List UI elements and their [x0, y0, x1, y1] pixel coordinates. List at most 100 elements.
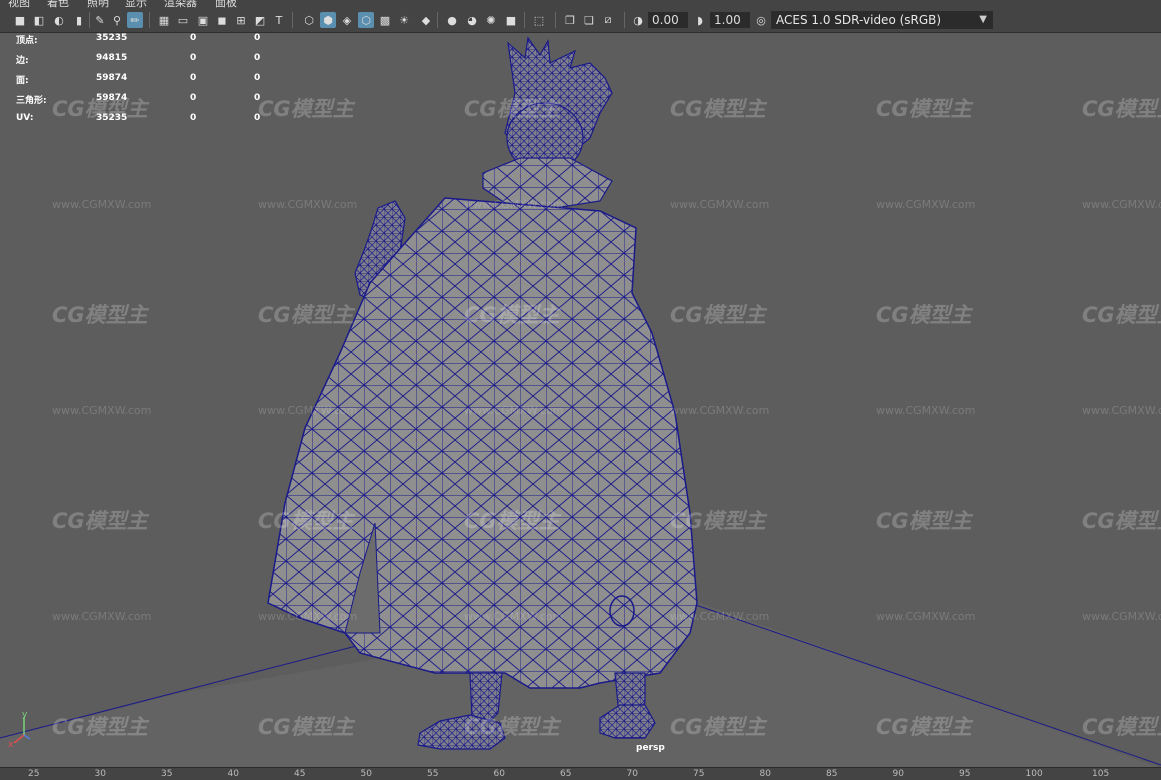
watermark-url: www.CGMXW.com [1082, 610, 1161, 623]
gamma-icon[interactable]: ◗ [692, 12, 708, 28]
menu-shading[interactable]: 着色 [47, 0, 69, 8]
watermark-url: www.CGMXW.com [258, 610, 358, 623]
menu-renderer[interactable]: 渲染器 [164, 0, 197, 8]
watermark-logo: CG模型主 [876, 715, 972, 739]
gate-mask-icon[interactable]: ◼ [214, 12, 230, 28]
field-chart-icon[interactable]: ⊞ [233, 12, 249, 28]
timeline-tick-label: 100 [1025, 769, 1043, 779]
camera-name-label: persp [636, 743, 665, 753]
3d-viewport[interactable]: y x CG模型主 CG模型主 CG模型主 CG模型主 CG模型主 CG模型主 CG模型主 C… [0, 33, 1161, 767]
bookmark-icon[interactable]: ◐ [51, 12, 67, 28]
safe-title-icon[interactable]: T [271, 12, 287, 28]
watermark-url: www.CGMXW.com [670, 610, 770, 623]
camera-attributes-icon[interactable]: ◧ [31, 12, 47, 28]
shadows-icon[interactable]: ◆ [418, 12, 434, 28]
pen-tool-icon[interactable]: ✏ [127, 12, 143, 28]
film-gate-icon[interactable]: ▭ [175, 12, 191, 28]
menu-view[interactable]: 视图 [8, 0, 30, 8]
screen-space-ao-icon[interactable]: ● [444, 12, 460, 28]
watermark-logo: CG模型主 [1082, 97, 1161, 121]
wireframe-icon[interactable]: ⬡ [301, 12, 317, 28]
chevron-down-icon: ▼ [979, 14, 987, 25]
watermark-url: www.CGMXW.com [52, 610, 152, 623]
toolbar-separator [89, 12, 90, 28]
x-axis-label: x [8, 740, 14, 750]
timeline-tick-label: 60 [493, 769, 505, 779]
toolbar-separator [292, 12, 293, 28]
depth-of-field-icon[interactable]: ■ [503, 12, 519, 28]
watermark-logo: CG模型主 [670, 303, 766, 327]
hud-row-vertices: 顶点: 35235 0 0 [16, 33, 261, 46]
toolbar-separator [149, 12, 150, 28]
watermark-url: www.CGMXW.com [464, 610, 564, 623]
toolbar-separator [555, 12, 556, 28]
timeline-tick-label: 45 [294, 769, 306, 779]
watermark-url: www.CGMXW.com [670, 198, 770, 211]
watermark-logo: CG模型主 [52, 715, 148, 739]
watermark-url: www.CGMXW.com [876, 610, 976, 623]
timeline-tick-label: 85 [826, 769, 838, 779]
resolution-gate-icon[interactable]: ▣ [195, 12, 211, 28]
timeline-tick-label: 30 [94, 769, 106, 779]
timeline-ruler[interactable]: 25 30 35 40 45 50 55 60 65 70 75 80 85 90 95 100 105 [0, 767, 1161, 780]
timeline-tick-label: 55 [427, 769, 439, 779]
isolate-select-icon[interactable]: ⬚ [531, 12, 547, 28]
camera-select-icon[interactable]: ■ [12, 12, 28, 28]
hud-row-faces: 面: 59874 0 0 [16, 73, 261, 86]
color-management-icon[interactable]: ◎ [753, 12, 769, 28]
scene-canvas: y x [0, 36, 1161, 767]
viewport-toolbar: ■ ◧ ◐ ▮ ✎ ⚲ ✏ ▦ ▭ ▣ ◼ ⊞ ◩ T ⬡ ⬢ ◈ ⬡ ▩ ☀ … [0, 8, 1161, 33]
xray-joints-icon[interactable]: ❏ [581, 12, 597, 28]
watermark-logo: CG模型主 [258, 509, 354, 533]
toolbar-separator [524, 12, 525, 28]
watermark-logo: CG模型主 [876, 303, 972, 327]
watermark-url: www.CGMXW.com [876, 198, 976, 211]
smooth-shade-icon[interactable]: ⬢ [320, 12, 336, 28]
menu-show[interactable]: 显示 [125, 0, 147, 8]
gamma-field[interactable]: 1.00 [710, 12, 750, 28]
watermark-url: www.CGMXW.com [52, 404, 152, 417]
safe-action-icon[interactable]: ◩ [252, 12, 268, 28]
hud-row-edges: 边: 94815 0 0 [16, 53, 261, 66]
exposure-field[interactable]: 0.00 [648, 12, 688, 28]
hud-row-uvs: UV: 35235 0 0 [16, 113, 261, 123]
exposure-icon[interactable]: ◑ [630, 12, 646, 28]
motion-blur-icon[interactable]: ◕ [464, 12, 480, 28]
watermark-url: www.CGMXW.com [464, 404, 564, 417]
timeline-tick-label: 75 [693, 769, 705, 779]
color-space-dropdown[interactable]: ACES 1.0 SDR-video (sRGB) ▼ [771, 11, 993, 29]
hud-row-triangles: 三角形: 59874 0 0 [16, 93, 261, 106]
menu-bar: 视图 着色 照明 显示 渲染器 面板 [0, 0, 1161, 8]
watermark-logo: CG模型主 [258, 303, 354, 327]
watermark-logo: CG模型主 [52, 509, 148, 533]
timeline-tick-label: 50 [360, 769, 372, 779]
character-model[interactable] [267, 36, 698, 750]
y-axis-label: y [22, 710, 28, 720]
xray-icon[interactable]: ❐ [562, 12, 578, 28]
timeline-tick-label: 90 [892, 769, 904, 779]
watermark-logo: CG模型主 [876, 97, 972, 121]
watermark-logo: CG模型主 [670, 97, 766, 121]
watermark-logo: CG模型主 [464, 97, 560, 121]
textured-icon[interactable]: ▩ [377, 12, 393, 28]
timeline-tick-label: 95 [959, 769, 971, 779]
toolbar-separator [437, 12, 438, 28]
timeline-tick-label: 65 [560, 769, 572, 779]
menu-lighting[interactable]: 照明 [87, 0, 109, 8]
default-material-icon[interactable]: ◈ [339, 12, 355, 28]
watermark-url: www.CGMXW.com [876, 404, 976, 417]
image-plane-icon[interactable]: ▮ [71, 12, 87, 28]
watermark-url: www.CGMXW.com [1082, 404, 1161, 417]
watermark-url: www.CGMXW.com [52, 198, 152, 211]
timeline-tick-label: 105 [1092, 769, 1110, 779]
anti-aliasing-icon[interactable]: ✺ [483, 12, 499, 28]
grease-pencil-icon[interactable]: ⚲ [109, 12, 125, 28]
color-space-value: ACES 1.0 SDR-video (sRGB) [776, 13, 942, 27]
wireframe-on-shaded-icon[interactable]: ⬡ [358, 12, 374, 28]
xray-components-icon[interactable]: ⧄ [600, 12, 616, 28]
watermark-logo: CG模型主 [258, 715, 354, 739]
menu-panels[interactable]: 面板 [215, 0, 237, 8]
grid-icon[interactable]: ▦ [156, 12, 172, 28]
2d-pan-zoom-icon[interactable]: ✎ [92, 12, 108, 28]
lighting-icon[interactable]: ☀ [396, 12, 412, 28]
